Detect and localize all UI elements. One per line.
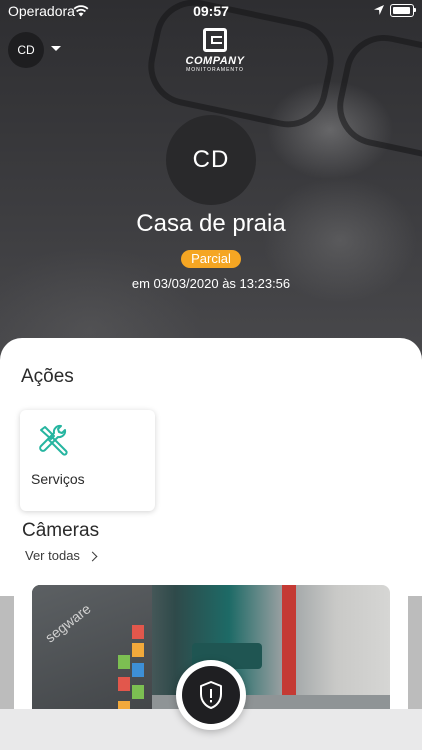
company-logo: COMPANY MONITORAMENTO — [175, 28, 255, 73]
tools-icon — [39, 424, 68, 456]
clock: 09:57 — [193, 3, 229, 19]
feed-tile — [132, 643, 144, 657]
status-badge: Parcial — [181, 250, 241, 268]
feed-tile — [118, 655, 130, 669]
camera-card-next[interactable] — [408, 596, 422, 726]
battery-tip — [414, 8, 416, 12]
shield-icon — [200, 681, 222, 709]
battery-icon — [390, 4, 414, 17]
logo-mark-icon — [203, 28, 227, 52]
logo-subtitle: MONITORAMENTO — [186, 67, 244, 73]
status-bar: Operadora 09:57 — [0, 0, 422, 22]
chevron-down-icon[interactable] — [51, 46, 61, 51]
feed-tile — [132, 663, 144, 677]
status-timestamp: em 03/03/2020 às 13:23:56 — [131, 276, 291, 291]
site-name: Casa de praia — [136, 210, 286, 237]
site-avatar: CD — [166, 115, 256, 205]
camera-card-prev[interactable] — [0, 596, 14, 726]
cameras-heading: Câmeras — [22, 520, 100, 541]
account-switcher[interactable]: CD — [8, 32, 44, 68]
chevron-right-icon — [87, 551, 98, 561]
actions-heading: Ações — [21, 366, 74, 387]
services-card[interactable]: Serviços — [20, 410, 155, 511]
arm-alarm-button[interactable] — [176, 660, 246, 730]
feed-tile — [132, 625, 144, 639]
feed-tile — [132, 685, 144, 699]
logo-name: COMPANY — [185, 55, 245, 67]
see-all-label: Ver todas — [25, 548, 80, 563]
feed-door — [282, 585, 296, 705]
location-icon — [374, 5, 384, 15]
feed-tile — [118, 677, 130, 691]
see-all-link[interactable]: Ver todas — [25, 548, 98, 563]
fab-inner — [182, 666, 240, 724]
photo-glasses-right — [329, 27, 422, 165]
services-label: Serviços — [31, 471, 85, 487]
